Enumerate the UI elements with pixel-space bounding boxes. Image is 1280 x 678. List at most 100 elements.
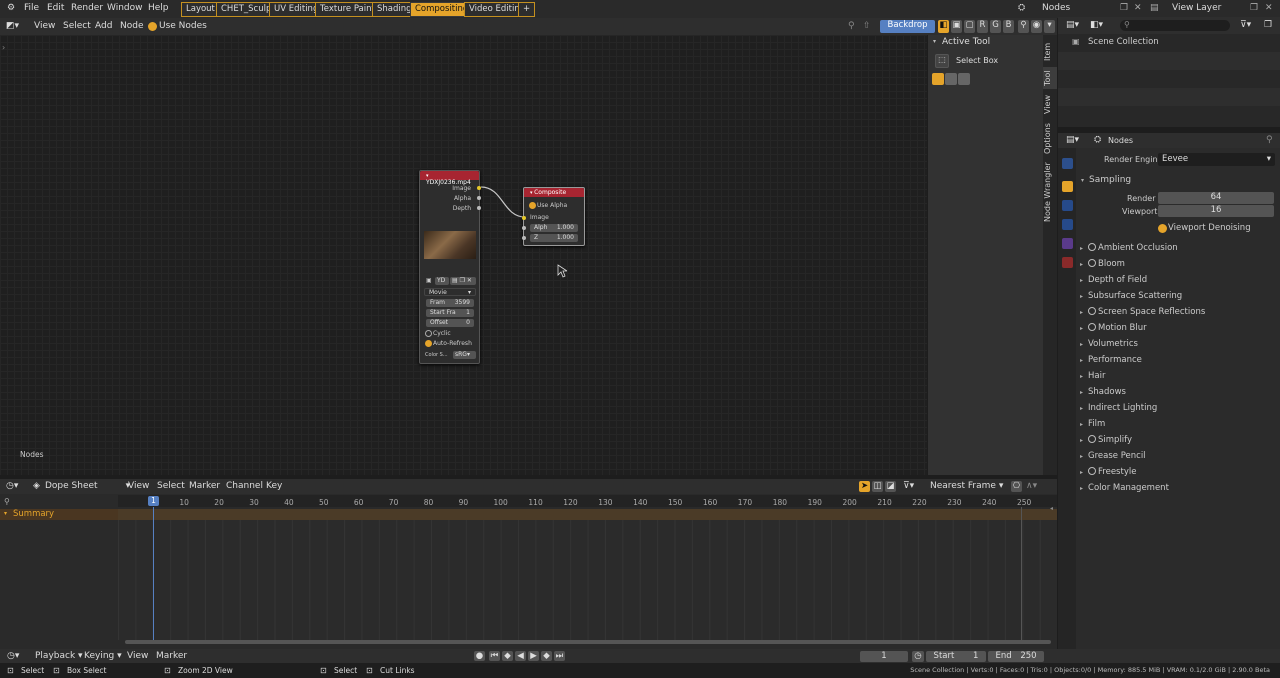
- close-view-layer-icon[interactable]: ✕: [1265, 3, 1273, 13]
- snap-mode-dropdown[interactable]: Nearest Frame ▾: [930, 481, 1003, 491]
- properties-editor-type-icon[interactable]: ▤▾: [1066, 135, 1079, 145]
- section-motion-blur[interactable]: ▸ Motion Blur: [1080, 323, 1147, 333]
- viewport-samples-field[interactable]: 16: [1158, 205, 1274, 217]
- snap-icon[interactable]: ⚲: [1018, 20, 1029, 33]
- tool-tab-icon[interactable]: [1062, 158, 1073, 169]
- menu-select[interactable]: Select: [63, 21, 91, 31]
- display-mode-icon[interactable]: ◧▾: [1090, 20, 1103, 30]
- alpha-value-field[interactable]: Alph 1.000: [530, 224, 578, 232]
- menu-window[interactable]: Window: [107, 3, 143, 13]
- cyclic-checkbox[interactable]: [425, 330, 432, 337]
- dopesheet-menu-select[interactable]: Select: [157, 481, 185, 491]
- curve-icon[interactable]: ∧▾: [1026, 481, 1037, 491]
- backdrop-channel-alpha-icon[interactable]: ▣: [951, 20, 962, 33]
- backdrop-channel-g-icon[interactable]: G: [990, 20, 1001, 33]
- clip-source-dropdown[interactable]: Movie ▾: [424, 288, 476, 296]
- horizontal-scrollbar[interactable]: [125, 640, 1051, 644]
- timeline-marker-menu[interactable]: Marker: [156, 651, 187, 661]
- start-frame-field[interactable]: Start 1: [926, 651, 986, 662]
- world-tab-icon[interactable]: [1062, 257, 1073, 268]
- movie-node-header[interactable]: ▾ YDXJ0236.mp4: [420, 171, 479, 186]
- timeline-view-menu[interactable]: View: [127, 651, 148, 661]
- section-hair[interactable]: ▸ Hair: [1080, 371, 1105, 381]
- backdrop-toggle[interactable]: Backdrop: [880, 20, 935, 33]
- dopesheet-menu-key[interactable]: Key: [266, 481, 282, 491]
- close-scene-icon[interactable]: ✕: [1134, 3, 1142, 13]
- workspace-tab-layout[interactable]: Layout: [181, 2, 220, 17]
- filter-icon[interactable]: ⊽▾: [1240, 20, 1251, 30]
- collapse-arrow-icon[interactable]: ▾: [933, 38, 936, 45]
- section-subsurface-scattering[interactable]: ▸ Subsurface Scattering: [1080, 291, 1182, 301]
- blender-logo-icon[interactable]: ⚙: [7, 3, 15, 13]
- section-enable-checkbox[interactable]: [1088, 243, 1097, 251]
- proportional-icon[interactable]: ⎔: [1011, 481, 1022, 492]
- workspace-tab-texture-paint[interactable]: Texture Paint: [315, 2, 380, 17]
- scene-collection-item[interactable]: Scene Collection: [1088, 37, 1159, 47]
- viewport-denoising-checkbox[interactable]: [1158, 224, 1167, 233]
- input-alpha-socket[interactable]: [522, 226, 526, 230]
- render-samples-field[interactable]: 64: [1158, 192, 1274, 204]
- jump-start-icon[interactable]: ⏮: [489, 651, 500, 661]
- section-shadows[interactable]: ▸ Shadows: [1080, 387, 1126, 397]
- input-z-socket[interactable]: [522, 236, 526, 240]
- output-depth-socket[interactable]: [477, 206, 481, 210]
- use-nodes-checkbox[interactable]: [148, 22, 157, 31]
- start-frame-field[interactable]: Start Fra 1: [426, 309, 474, 317]
- select-mode-subtract-icon[interactable]: [958, 73, 970, 85]
- frame-count-field[interactable]: Fram 3599: [426, 299, 474, 307]
- tab-tool[interactable]: Tool: [1043, 67, 1057, 89]
- scene-icon[interactable]: ⛭: [1018, 3, 1025, 13]
- tab-item[interactable]: Item: [1043, 39, 1057, 65]
- menu-help[interactable]: Help: [148, 3, 169, 13]
- end-frame-field[interactable]: End 250: [988, 651, 1044, 662]
- auto-refresh-checkbox[interactable]: [425, 340, 432, 347]
- outliner-search-input[interactable]: ⚲: [1120, 20, 1230, 31]
- section-enable-checkbox[interactable]: [1088, 307, 1097, 315]
- scene-tab-icon[interactable]: [1062, 238, 1073, 249]
- editor-type-icon[interactable]: ◩▾: [6, 21, 19, 31]
- add-workspace-button[interactable]: +: [518, 2, 536, 17]
- section-bloom[interactable]: ▸ Bloom: [1080, 259, 1125, 269]
- composite-node-header[interactable]: ▾ Composite: [524, 188, 584, 197]
- node-link[interactable]: [478, 183, 528, 223]
- menu-node[interactable]: Node: [120, 21, 144, 31]
- select-mode-new-icon[interactable]: [932, 73, 944, 85]
- render-tab-icon[interactable]: [1062, 181, 1073, 192]
- offset-field[interactable]: Offset 0: [426, 319, 474, 327]
- show-hidden-icon[interactable]: ◫: [872, 481, 883, 492]
- gizmo-icon[interactable]: ▾: [1044, 20, 1055, 33]
- tab-options[interactable]: Options: [1043, 121, 1057, 157]
- tab-view[interactable]: View: [1043, 92, 1057, 118]
- select-box-tool-icon[interactable]: ⬚: [935, 54, 949, 68]
- output-image-socket[interactable]: [477, 186, 481, 190]
- section-film[interactable]: ▸ Film: [1080, 419, 1105, 429]
- output-alpha-socket[interactable]: [477, 196, 481, 200]
- tab-node-wrangler[interactable]: Node Wrangler: [1043, 160, 1057, 225]
- new-collection-icon[interactable]: ❐: [1264, 20, 1272, 30]
- view-layer-tab-icon[interactable]: [1062, 219, 1073, 230]
- menu-view[interactable]: View: [34, 21, 55, 31]
- menu-edit[interactable]: Edit: [47, 3, 64, 13]
- current-frame-marker[interactable]: 1: [148, 496, 159, 506]
- play-icon[interactable]: ▶: [528, 651, 539, 661]
- backdrop-channel-color-icon[interactable]: ◧: [938, 20, 949, 33]
- jump-end-icon[interactable]: ⏭: [554, 651, 565, 661]
- copy-view-layer-icon[interactable]: ❐: [1250, 3, 1258, 13]
- dopesheet-menu-view[interactable]: View: [128, 481, 149, 491]
- section-ambient-occlusion[interactable]: ▸ Ambient Occlusion: [1080, 243, 1178, 253]
- pin-icon[interactable]: ⚲: [848, 21, 855, 31]
- use-preview-range-icon[interactable]: ◷: [912, 651, 924, 662]
- section-enable-checkbox[interactable]: [1088, 467, 1097, 475]
- color-space-dropdown[interactable]: sRG▾: [453, 351, 476, 359]
- section-grease-pencil[interactable]: ▸ Grease Pencil: [1080, 451, 1146, 461]
- current-frame-field[interactable]: 1: [860, 651, 908, 662]
- section-performance[interactable]: ▸ Performance: [1080, 355, 1142, 365]
- copy-scene-icon[interactable]: ❐: [1120, 3, 1128, 13]
- section-simplify[interactable]: ▸ Simplify: [1080, 435, 1132, 445]
- dopesheet-timeline[interactable]: [118, 520, 1057, 640]
- output-tab-icon[interactable]: [1062, 200, 1073, 211]
- clip-source-short[interactable]: YD: [435, 277, 449, 285]
- section-depth-of-field[interactable]: ▸ Depth of Field: [1080, 275, 1147, 285]
- section-enable-checkbox[interactable]: [1088, 323, 1097, 331]
- filter-dropdown-icon[interactable]: ⊽▾: [903, 481, 914, 491]
